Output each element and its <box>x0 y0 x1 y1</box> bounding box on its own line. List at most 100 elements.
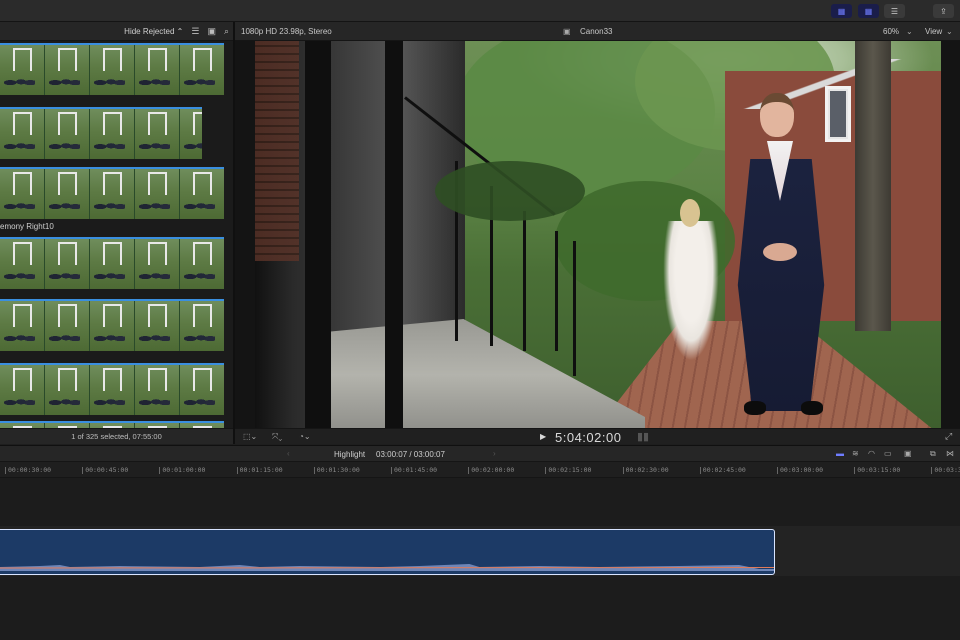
ruler-tick: 00:02:15:00 <box>545 466 592 474</box>
filmstrip-frame <box>135 239 180 289</box>
filmstrip-frame <box>0 239 45 289</box>
filmstrip-frame <box>180 109 202 159</box>
view-dropdown[interactable]: View <box>925 27 942 36</box>
share-icon[interactable]: ⇪ <box>933 4 954 18</box>
filmstrip-frame <box>180 301 224 351</box>
project-duration: 03:00:07 / 03:00:07 <box>376 450 445 459</box>
index-icon[interactable]: ⧉ <box>930 449 936 459</box>
ruler-tick: 00:01:00:00 <box>159 466 206 474</box>
filmstrip-frame <box>90 45 135 95</box>
tree-trunk <box>855 41 891 331</box>
filmstrip-frame <box>45 45 90 95</box>
list-view-icon[interactable]: ☰ <box>191 26 199 37</box>
timeline-clip[interactable] <box>0 529 775 575</box>
timeline-ruler[interactable]: 00:00:30:00 00:00:45:00 00:01:00:00 00:01:1… <box>0 462 960 478</box>
filmstrip-frame <box>135 109 180 159</box>
browser-status: 1 of 325 selected, 07:55:00 <box>0 428 233 444</box>
clip-icon: ▣ <box>563 27 571 36</box>
ruler-tick: 00:01:30:00 <box>313 466 360 474</box>
speed-icon[interactable]: ◔⌄ <box>299 432 311 441</box>
filmstrip-frame <box>45 301 90 351</box>
filmstrip-frame <box>45 109 90 159</box>
ruler-tick: 00:01:15:00 <box>236 466 283 474</box>
filmstrip-frame <box>135 169 180 219</box>
filmstrip-frame <box>90 239 135 289</box>
viewer-pane <box>235 41 960 428</box>
filmstrip-frame <box>90 109 135 159</box>
filmstrip-frame <box>180 169 224 219</box>
porch-post <box>385 41 403 428</box>
zoom-dropdown[interactable]: 60% <box>883 27 899 36</box>
skimming-icon[interactable]: ▬ <box>836 449 844 458</box>
format-label: 1080p HD 23.98p, Stereo <box>241 27 332 36</box>
library-icon[interactable]: ▦ <box>831 4 852 18</box>
filmstrip-frame <box>180 45 224 95</box>
hide-rejected-dropdown[interactable]: Hide Rejected ⌃ <box>124 27 183 36</box>
play-icon[interactable]: ▶ <box>540 432 546 441</box>
back-arrow-icon[interactable]: ‹ <box>287 449 290 458</box>
inspector-icon[interactable]: ☰ <box>884 4 905 18</box>
filmstrip-icon[interactable]: ▣ <box>207 26 216 37</box>
house-window <box>825 86 851 142</box>
chevron-down-icon[interactable]: ⌄ <box>946 27 953 36</box>
groom-hands <box>763 243 797 261</box>
ruler-tick: 00:03:30:00 <box>931 466 960 474</box>
bride <box>663 221 719 361</box>
project-title: Highlight <box>334 450 366 459</box>
transform-icon[interactable]: ⬚⌄ <box>243 432 257 441</box>
top-toolbar: ▦ ▦ ☰ ⇪ <box>0 0 960 22</box>
filmstrip-frame <box>0 365 45 415</box>
filmstrip-frame <box>135 301 180 351</box>
clip-filmstrip[interactable] <box>0 421 224 428</box>
brick-wall <box>255 41 299 261</box>
headphones-icon[interactable]: ◠ <box>868 449 875 458</box>
filmstrip-frame <box>90 169 135 219</box>
clip-filmstrip[interactable] <box>0 363 224 415</box>
baluster <box>573 241 576 376</box>
viewer-footer: ⬚⌄ ⤧⌄ ◔⌄ ▶ 5:04:02:00 ▮▮ ⤢ <box>235 428 960 445</box>
effects-icon[interactable]: ⋈ <box>946 449 954 458</box>
timeline[interactable] <box>0 478 960 640</box>
browser-icon[interactable]: ▦ <box>858 4 879 18</box>
greenery-garland <box>435 161 585 221</box>
clip-filmstrip[interactable] <box>0 167 224 219</box>
filmstrip-frame <box>0 45 45 95</box>
filmstrip-frame <box>0 301 45 351</box>
forward-arrow-icon[interactable]: › <box>493 449 496 458</box>
timecode-display[interactable]: 5:04:02:00 <box>555 430 621 445</box>
chevron-down-icon[interactable]: ⌄ <box>906 27 913 36</box>
filmstrip-frame <box>90 301 135 351</box>
clip-filmstrip[interactable] <box>0 237 224 289</box>
search-icon[interactable]: ⌕ <box>224 26 229 37</box>
shoe <box>744 401 766 415</box>
viewer-header: 1080p HD 23.98p, Stereo ▣ Canon33 60% ⌄ … <box>235 22 960 41</box>
clip-filmstrip[interactable] <box>0 107 202 159</box>
clip-filmstrip[interactable] <box>0 43 224 95</box>
fullscreen-icon[interactable]: ⤢ <box>945 431 952 442</box>
ruler-tick: 00:02:00:00 <box>468 466 515 474</box>
baluster <box>523 211 526 351</box>
video-frame[interactable] <box>255 41 941 428</box>
filmstrip-frame <box>135 45 180 95</box>
ruler-tick: 00:03:15:00 <box>854 466 901 474</box>
crop-icon[interactable]: ⤧⌄ <box>272 432 282 442</box>
snapping-icon[interactable]: ▭ <box>884 449 892 458</box>
ruler-tick: 00:00:45:00 <box>82 466 129 474</box>
ruler-tick: 00:02:30:00 <box>622 466 669 474</box>
ruler-tick: 00:03:00:00 <box>776 466 824 474</box>
filmstrip-frame <box>45 365 90 415</box>
shoe <box>801 401 823 415</box>
groom-head <box>760 93 794 137</box>
timecode-cursor: ▮▮ <box>637 431 650 443</box>
filmstrip-frame <box>90 365 135 415</box>
filmstrip-frame <box>0 109 45 159</box>
audio-skimming-icon[interactable]: ≋ <box>852 449 859 458</box>
clip-name: Canon33 <box>580 27 613 36</box>
clip-appearance-icon[interactable]: ▣ <box>904 449 912 458</box>
browser-pane: emony Right10 <box>0 41 233 428</box>
filmstrip-frame <box>180 239 224 289</box>
clip-name-label: emony Right10 <box>0 222 54 231</box>
ruler-tick: 00:01:45:00 <box>390 466 438 474</box>
clip-filmstrip[interactable] <box>0 299 224 351</box>
filmstrip-frame <box>135 365 180 415</box>
